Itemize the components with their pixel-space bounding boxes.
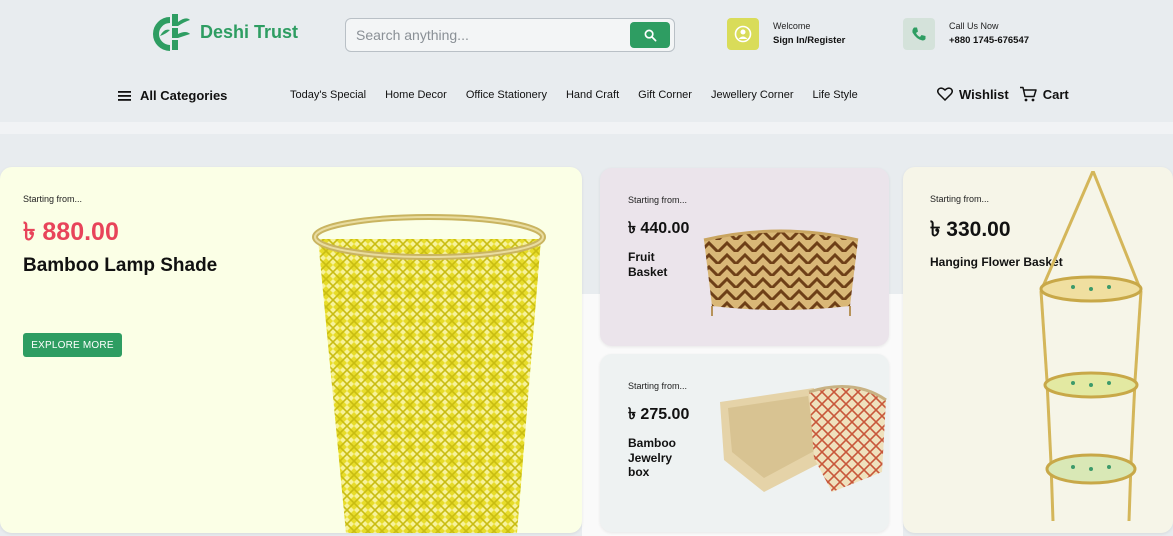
search-input[interactable] <box>356 25 626 45</box>
cart-label: Cart <box>1042 86 1069 102</box>
promo-title-line3: box <box>628 465 650 479</box>
phone-number[interactable]: +880 1745-676547 <box>949 33 1029 49</box>
fruit-basket-image <box>703 229 859 316</box>
starting-from-label: Starting from... <box>23 194 83 204</box>
jewelry-box-image <box>720 385 887 492</box>
nav-item-gift-corner[interactable]: Gift Corner <box>638 89 692 101</box>
nav-item-todays-special[interactable]: Today's Special <box>290 89 366 101</box>
all-categories-label: All Categories <box>140 88 228 103</box>
heart-icon <box>937 87 953 101</box>
promo-title-line1: Bamboo <box>628 436 676 450</box>
cart-icon <box>1019 86 1037 102</box>
promo-title-line1: Fruit <box>628 250 655 264</box>
nav-item-office-stationery[interactable]: Office Stationery <box>466 89 547 101</box>
search-icon <box>644 29 656 41</box>
wishlist-link[interactable]: Wishlist <box>937 87 1009 102</box>
nav-item-jewellery-corner[interactable]: Jewellery Corner <box>711 89 794 101</box>
bamboo-logo-icon <box>152 12 194 52</box>
nav-item-home-decor[interactable]: Home Decor <box>385 89 447 101</box>
account-block[interactable]: Welcome Sign In/Register <box>727 18 845 50</box>
header-divider <box>0 122 1173 134</box>
nav-item-hand-craft[interactable]: Hand Craft <box>566 89 619 101</box>
wishlist-label: Wishlist <box>959 86 1009 102</box>
sign-in-link[interactable]: Sign In/Register <box>773 33 845 49</box>
explore-more-button[interactable]: EXPLORE MORE <box>23 333 122 357</box>
user-links: Wishlist Cart <box>937 86 1069 102</box>
promo-price: ৳ 275.00 <box>628 406 690 423</box>
promo-price: ৳ 880.00 <box>23 218 119 246</box>
promo-price: ৳ 440.00 <box>628 220 690 237</box>
hanging-basket-image <box>1039 171 1143 522</box>
nav-item-life-style[interactable]: Life Style <box>813 89 858 101</box>
promo-card-lamp-shade[interactable]: Starting from... ৳ 880.00 Bamboo Lamp Sh… <box>0 167 582 533</box>
brand-name: Deshi Trust <box>200 21 299 42</box>
all-categories-button[interactable]: All Categories <box>118 88 227 103</box>
category-menu: Today's Special Home Decor Office Statio… <box>290 89 858 101</box>
lamp-shade-image <box>312 214 546 533</box>
hamburger-menu-icon <box>118 90 131 101</box>
search-button[interactable] <box>630 22 670 48</box>
promo-card-hanging-flower-basket[interactable]: Starting from... ৳ 330.00 Hanging Flower… <box>903 167 1173 533</box>
contact-block: Call Us Now +880 1745-676547 <box>903 18 1029 50</box>
starting-from-label: Starting from... <box>628 381 688 391</box>
brand-logo[interactable]: Deshi Trust <box>152 12 298 52</box>
call-us-label: Call Us Now <box>949 21 999 31</box>
welcome-label: Welcome <box>773 21 811 31</box>
site-header: Deshi Trust Welcome Sign In/Register <box>0 0 1173 122</box>
cart-link[interactable]: Cart <box>1019 86 1069 102</box>
phone-icon <box>903 18 935 50</box>
main-nav: All Categories Today's Special Home Deco… <box>0 80 1173 112</box>
promo-card-jewelry-box[interactable]: Starting from... ৳ 275.00 Bamboo Jewelry… <box>600 354 889 532</box>
starting-from-label: Starting from... <box>628 195 688 205</box>
promo-card-fruit-basket[interactable]: Starting from... ৳ 440.00 Fruit Basket <box>600 168 889 346</box>
promo-title-line2: Jewelry <box>628 451 673 465</box>
promo-price: ৳ 330.00 <box>930 218 1011 241</box>
starting-from-label: Starting from... <box>930 194 990 204</box>
user-icon <box>727 18 759 50</box>
promo-title-line2: Basket <box>628 265 668 279</box>
search-bar <box>345 18 675 52</box>
promo-title: Bamboo Lamp Shade <box>23 255 218 276</box>
